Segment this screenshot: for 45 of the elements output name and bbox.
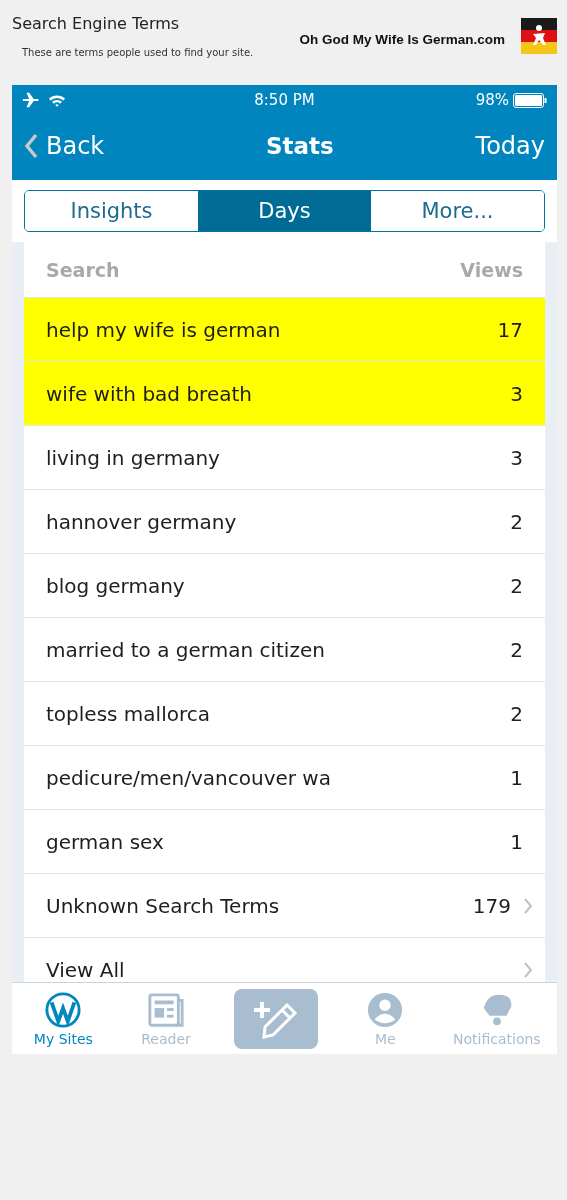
search-term: Unknown Search Terms	[46, 893, 281, 918]
search-term: wife with bad breath	[46, 381, 253, 406]
nav-title: Stats	[266, 133, 334, 159]
search-term: german sex	[46, 829, 165, 854]
airplane-icon	[22, 91, 40, 109]
back-button[interactable]: Back	[24, 132, 105, 160]
table-row[interactable]: Unknown Search Terms 179	[24, 874, 545, 938]
column-header: Views	[460, 258, 523, 281]
page-title: Search Engine Terms	[12, 14, 181, 33]
view-count: 3	[510, 445, 523, 470]
battery-icon	[513, 92, 547, 108]
view-count: 3	[510, 381, 523, 406]
today-button[interactable]: Today	[475, 132, 545, 160]
site-name: Oh God My Wife Is German.com	[299, 32, 505, 47]
view-count: 2	[510, 573, 523, 598]
logo-icon	[44, 990, 83, 1029]
search-term: hannover germany	[46, 509, 238, 534]
status-time: 8:50 PM	[254, 91, 315, 109]
search-term: blog germany	[46, 573, 186, 598]
search-term: married to a german citizen	[46, 637, 326, 662]
column-header: Search	[46, 258, 120, 281]
view-count: 1	[510, 829, 523, 854]
page-subtitle: These are terms people used to find your site.	[22, 47, 255, 58]
search-term: help my wife is german	[46, 317, 282, 342]
search-term: living in germany	[46, 445, 221, 470]
search-term: topless mallorca	[46, 701, 211, 726]
search-term: pedicure/men/vancouver wa	[46, 765, 332, 790]
segment-tab[interactable]: Days	[198, 191, 371, 231]
tab-bar-item[interactable]: My Sites	[28, 990, 99, 1047]
search-term: View All	[46, 957, 126, 982]
view-count: 2	[510, 637, 523, 662]
chevron-icon	[523, 960, 533, 979]
battery-percent: 98%	[475, 91, 509, 109]
view-count: 179	[472, 893, 511, 918]
view-count: 1	[510, 765, 523, 790]
view-count: 2	[510, 509, 523, 534]
profile-icon	[366, 990, 405, 1029]
compose-button[interactable]	[233, 988, 318, 1049]
view-count: 17	[497, 317, 523, 342]
newspaper-icon	[147, 990, 185, 1029]
view-count: 2	[510, 701, 523, 726]
wifi-icon	[48, 92, 66, 108]
back-chevron-icon	[24, 133, 38, 159]
flag-icon	[521, 18, 557, 54]
chevron-icon	[523, 896, 533, 915]
